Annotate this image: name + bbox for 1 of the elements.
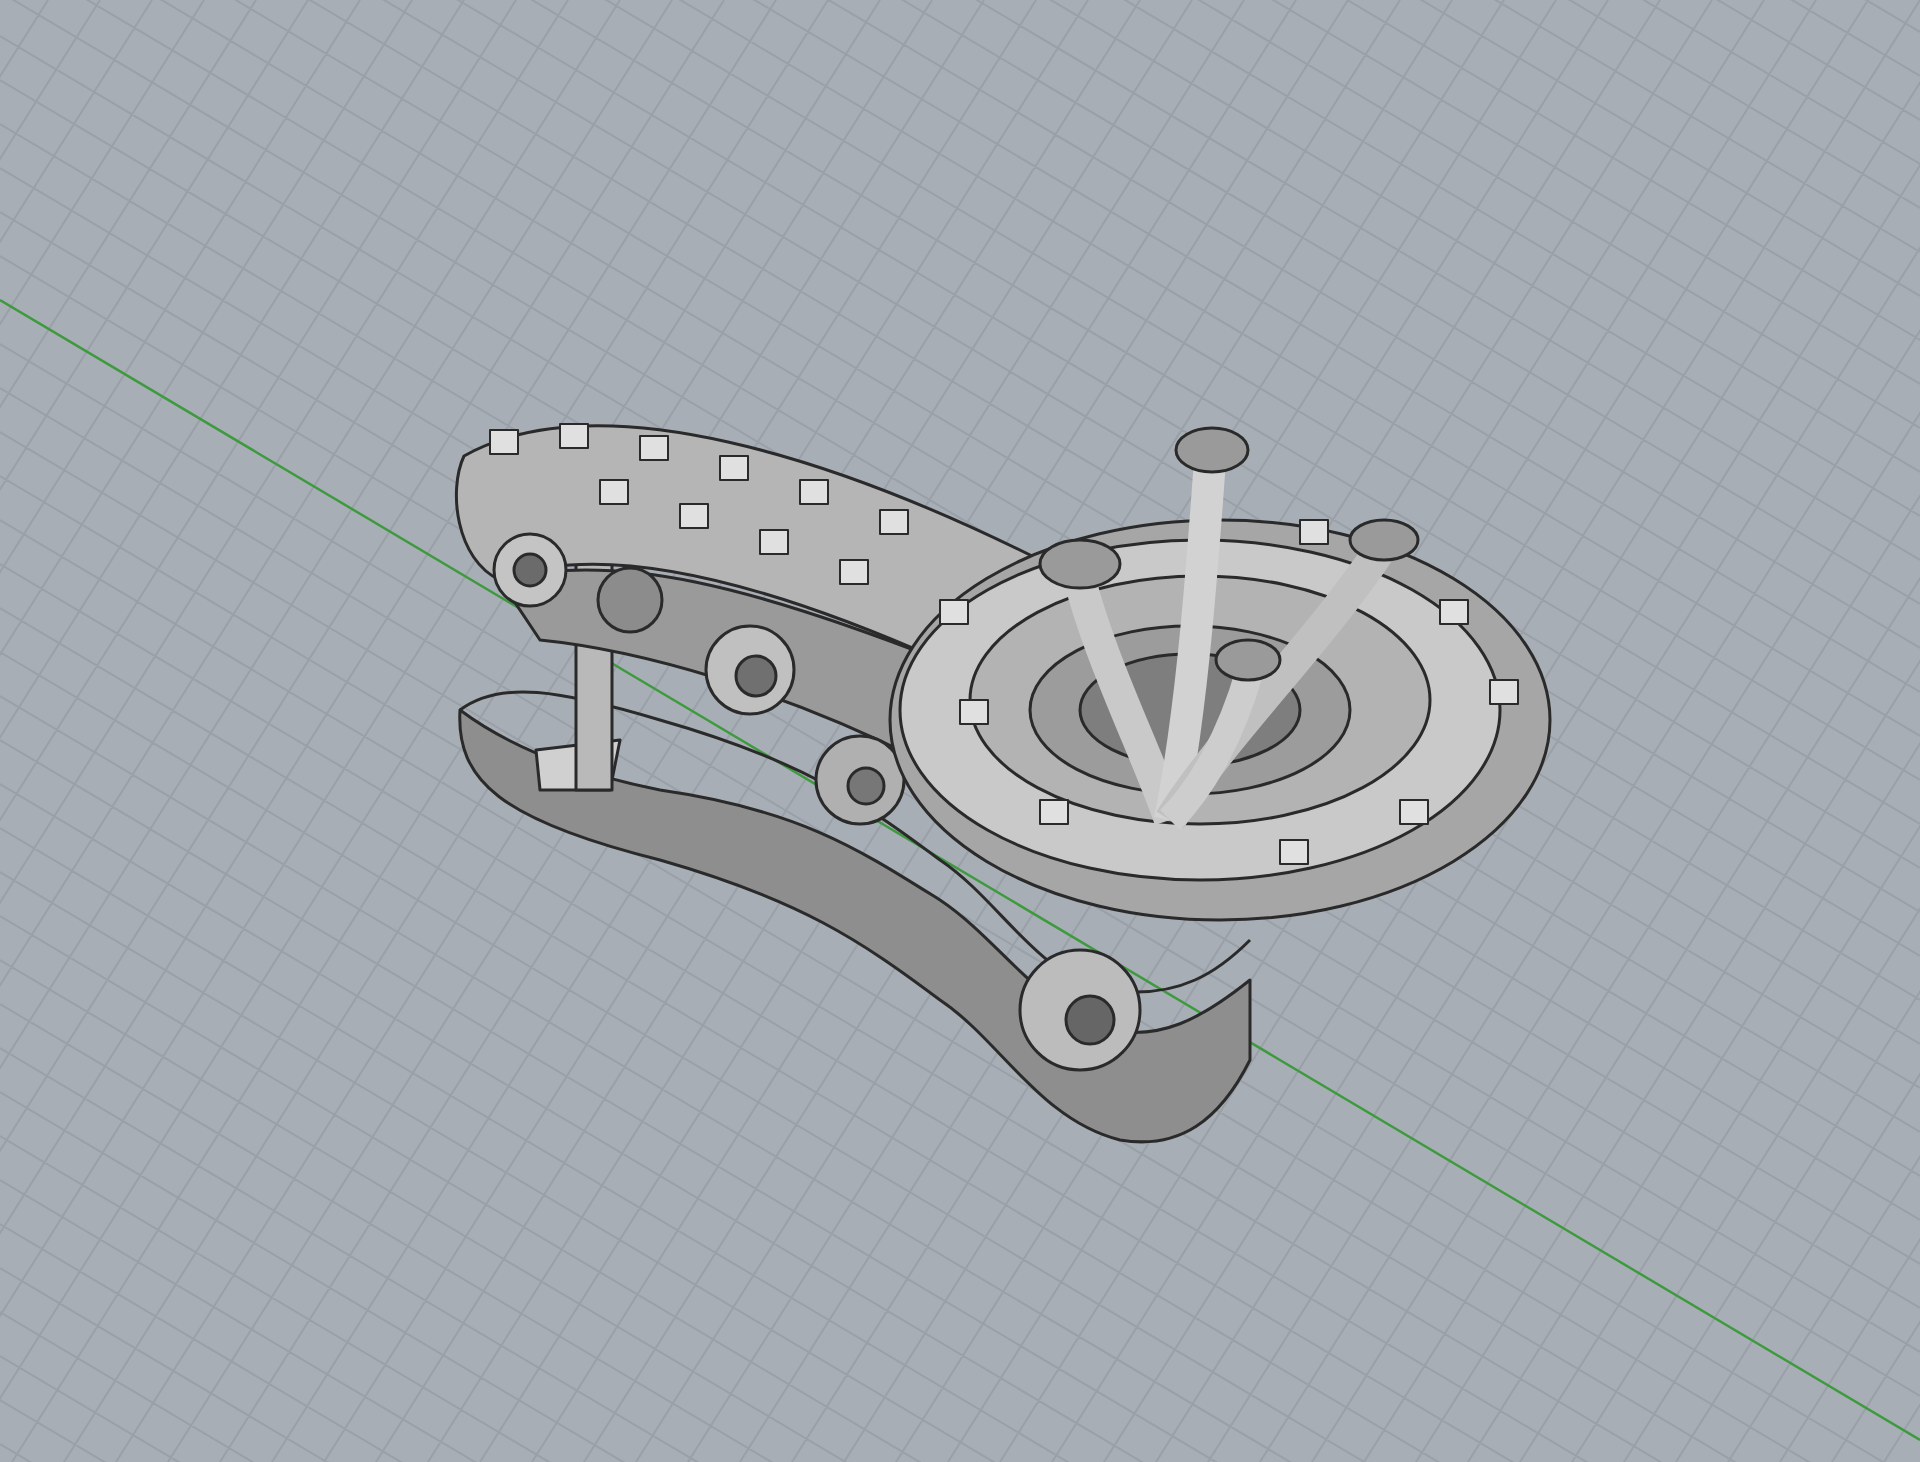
ring-model-drawing[interactable] [454,423,1552,1144]
